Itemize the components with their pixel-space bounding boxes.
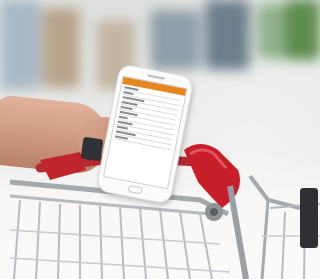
app-menu-list (111, 84, 185, 151)
list-item (114, 135, 171, 151)
photo-scene (0, 0, 320, 279)
phone-mount-left-clamp (80, 136, 104, 162)
phone-speaker (147, 74, 166, 80)
home-button (127, 184, 143, 195)
phone-screen (103, 75, 188, 190)
